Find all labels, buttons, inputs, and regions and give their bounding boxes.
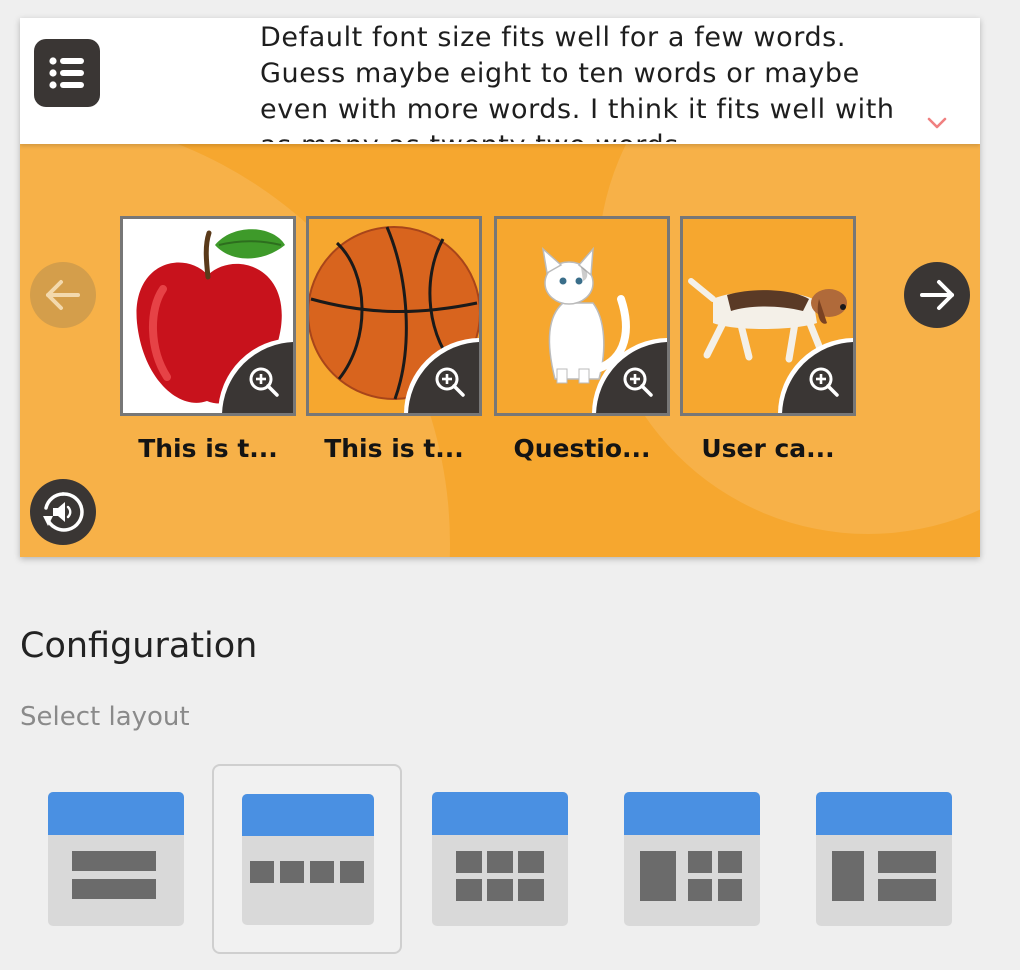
zoom-in-icon	[623, 367, 653, 397]
layout-option-tall-plus-rows[interactable]	[816, 792, 952, 926]
choice-card[interactable]: This is t...	[120, 216, 296, 463]
next-button[interactable]	[904, 262, 970, 328]
choice-card[interactable]: This is t...	[306, 216, 482, 463]
choice-label: This is t...	[324, 434, 464, 463]
tall-plus-rows-layout-icon	[832, 851, 936, 901]
choice-image[interactable]	[494, 216, 670, 416]
zoom-in-icon	[809, 367, 839, 397]
previous-button[interactable]	[30, 262, 96, 328]
choice-label: This is t...	[138, 434, 278, 463]
four-in-row-layout-icon	[250, 861, 364, 883]
menu-button[interactable]	[34, 39, 100, 107]
choice-card[interactable]: User ca...	[680, 216, 856, 463]
tall-plus-grid-layout-icon	[640, 851, 742, 901]
activity-preview-card: Default font size fits well for a few wo…	[20, 18, 980, 557]
zoom-in-icon	[249, 367, 279, 397]
configuration-title: Configuration	[20, 626, 258, 666]
arrow-left-icon	[46, 280, 80, 310]
question-text: Default font size fits well for a few wo…	[260, 22, 895, 142]
choice-image[interactable]	[680, 216, 856, 416]
layout-option-four-in-row[interactable]	[242, 794, 374, 925]
replay-audio-button[interactable]	[30, 479, 96, 545]
layout-option-grid[interactable]	[432, 792, 568, 926]
layout-option-two-rows[interactable]	[48, 792, 184, 926]
select-layout-label: Select layout	[20, 702, 190, 732]
arrow-right-icon	[920, 280, 954, 310]
choices-stage: This is t... This is t... Questio... Use…	[20, 144, 980, 557]
choice-image[interactable]	[306, 216, 482, 416]
replay-audio-icon	[43, 492, 84, 532]
zoom-in-icon	[435, 367, 465, 397]
two-rows-layout-icon	[72, 851, 156, 899]
choice-label: User ca...	[701, 434, 835, 463]
grid-layout-icon	[456, 851, 544, 901]
choice-card[interactable]: Questio...	[494, 216, 670, 463]
choice-label: Questio...	[513, 434, 651, 463]
choice-image[interactable]	[120, 216, 296, 416]
question-bar: Default font size fits well for a few wo…	[20, 18, 980, 144]
chevron-down-icon[interactable]	[926, 116, 948, 130]
layout-option-tall-plus-grid[interactable]	[624, 792, 760, 926]
list-icon	[49, 57, 84, 89]
